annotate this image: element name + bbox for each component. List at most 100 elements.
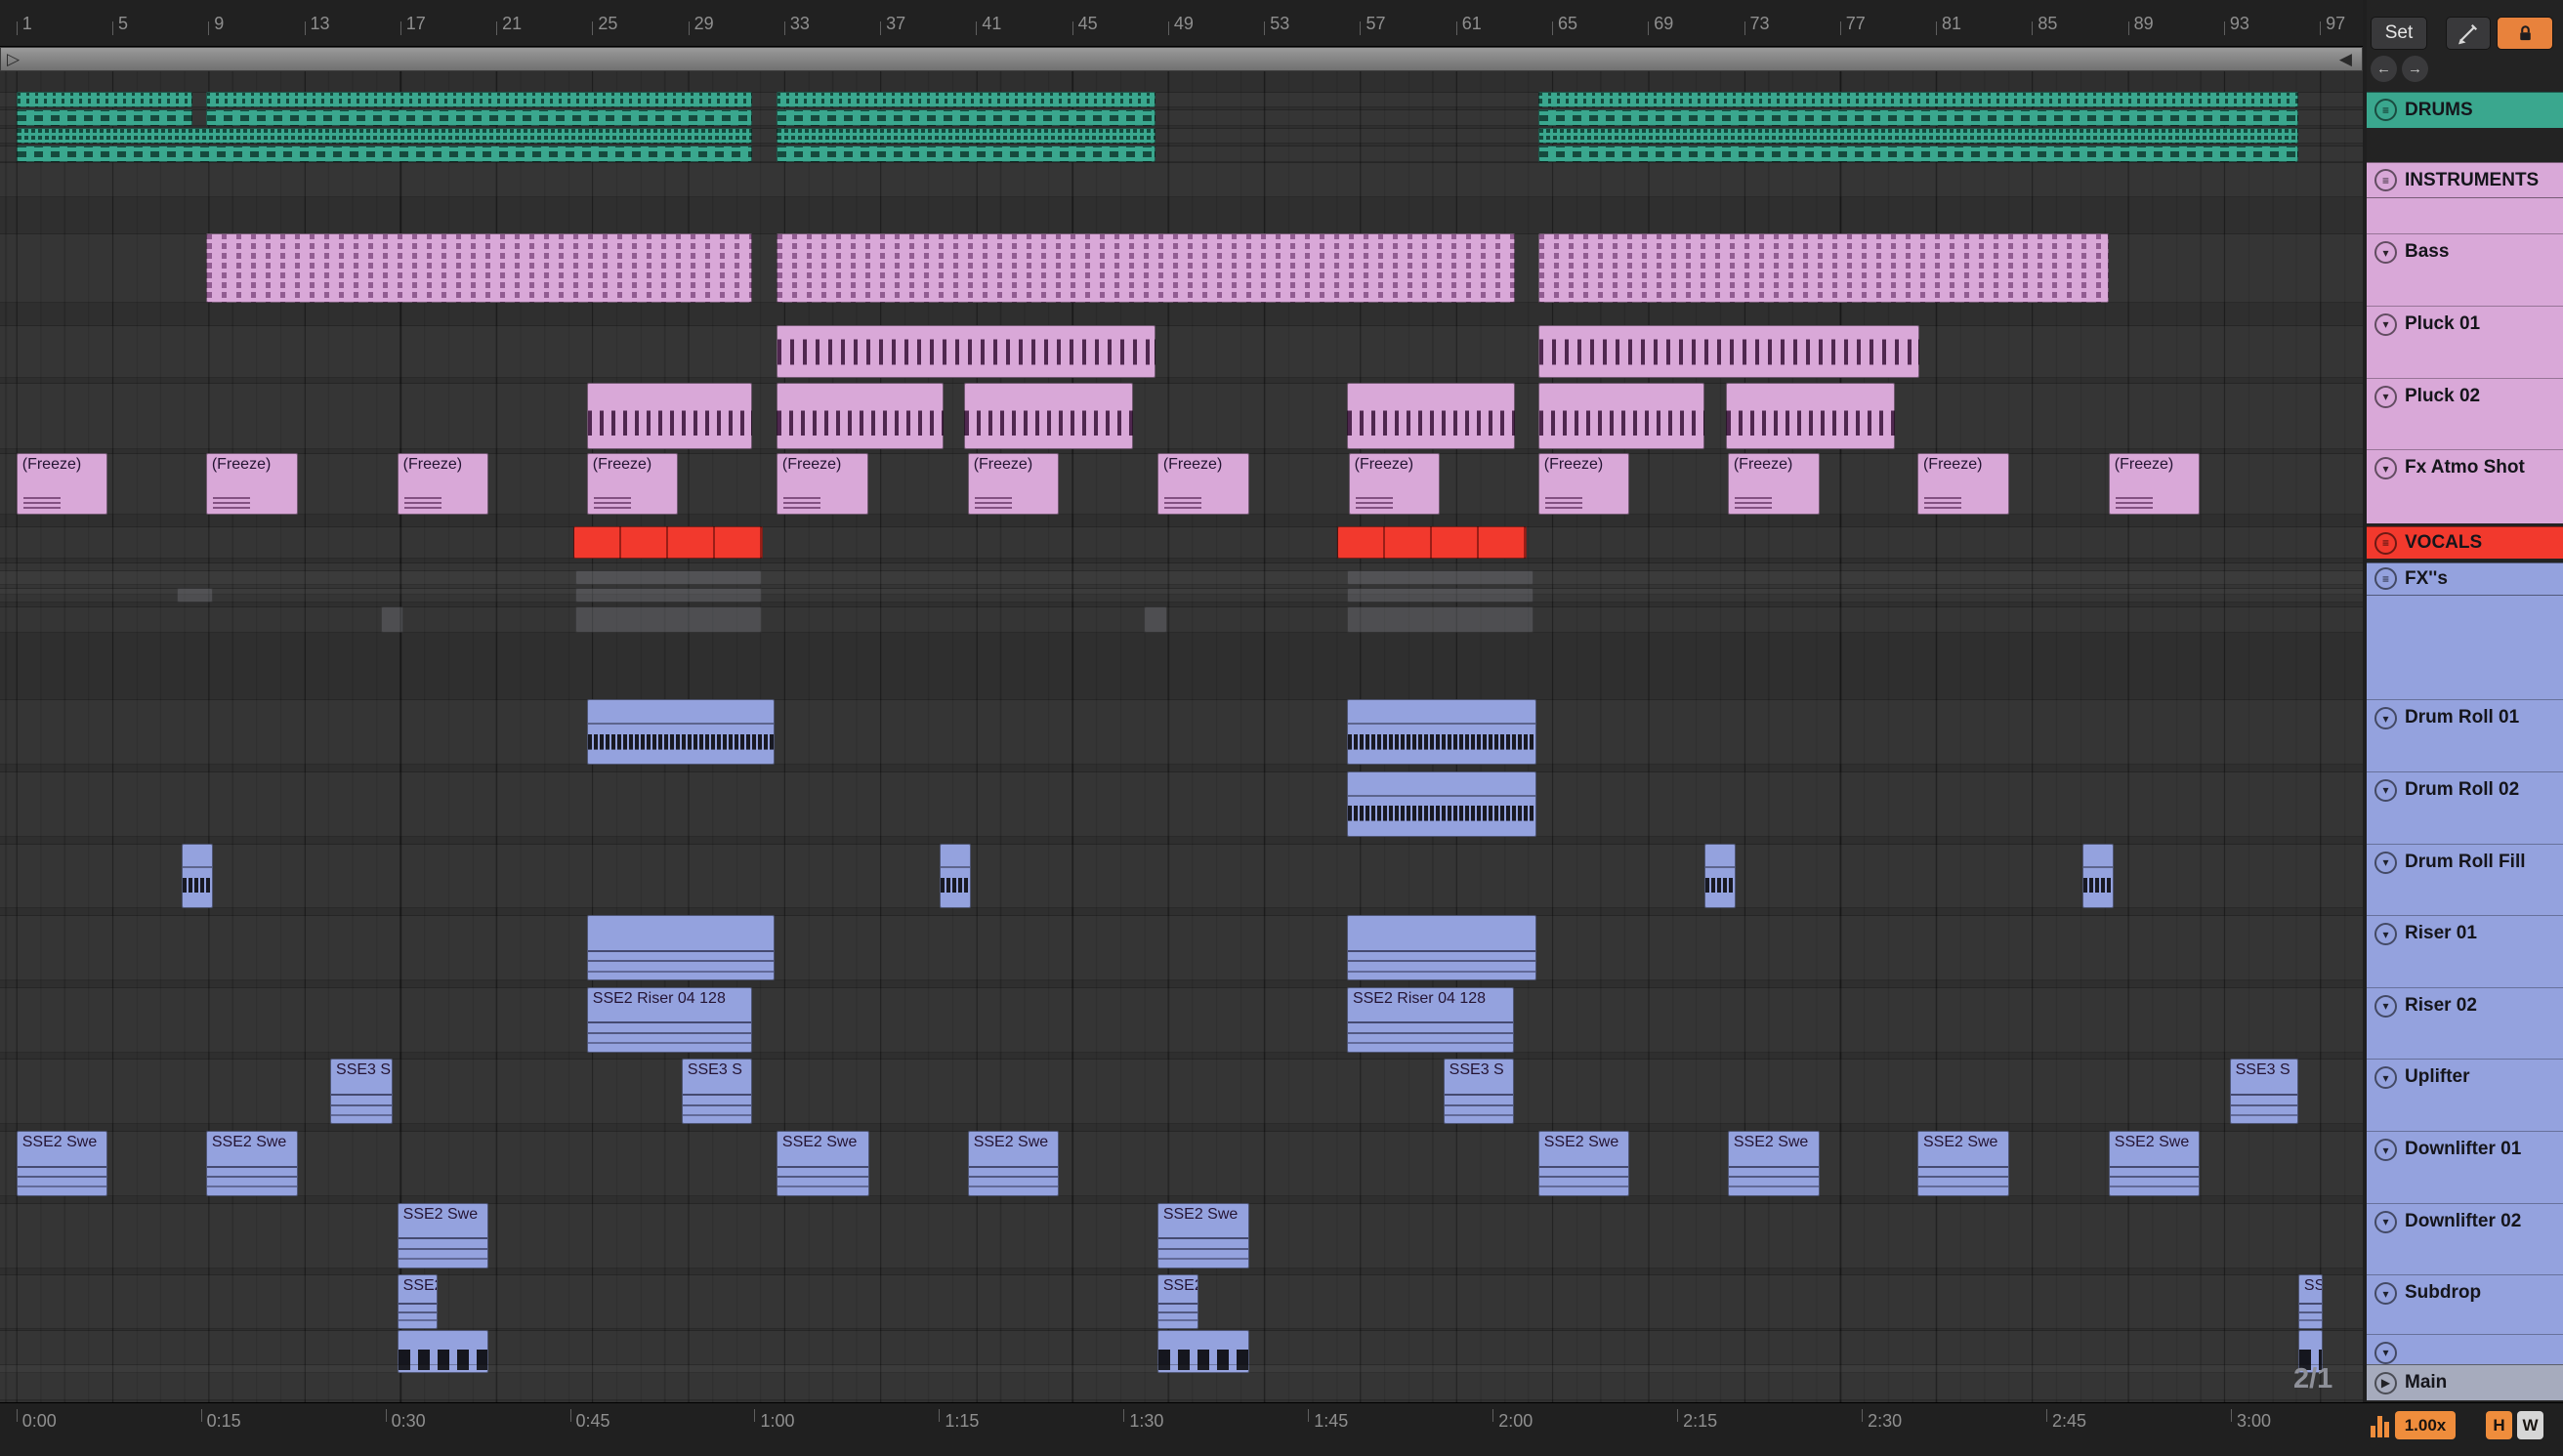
clip-fx-atmo-shot[interactable]: (Freeze) xyxy=(776,452,868,516)
lane-downlifter-01[interactable]: SSE2 Swe SSE2 Swe SSE2 Swe SSE2 Swe SSE2 Swe… xyxy=(0,1131,2363,1196)
clip-uplifter[interactable]: SSE3 S xyxy=(681,1059,752,1125)
clip-pluck-01[interactable] xyxy=(1537,325,1919,378)
group-fold-icon[interactable]: ≡ xyxy=(2374,99,2397,122)
lane-vocals[interactable] xyxy=(0,525,2363,560)
chevron-down-icon[interactable]: ▾ xyxy=(2374,778,2397,802)
track-row-pluck-01[interactable]: ▾ Pluck 01 xyxy=(2367,305,2563,378)
clip-fx-muted-1[interactable] xyxy=(1346,570,1534,586)
clip-fx-atmo-shot[interactable]: (Freeze) xyxy=(397,452,489,516)
chevron-down-icon[interactable]: ▾ xyxy=(2374,1282,2397,1306)
clip-bass[interactable] xyxy=(776,233,1516,303)
lane-downlifter-02[interactable]: SSE2 Swe SSE2 Swe xyxy=(0,1202,2363,1269)
chevron-down-icon[interactable]: ▾ xyxy=(2374,385,2397,408)
clip-fx-atmo-shot[interactable]: (Freeze) xyxy=(1156,452,1249,516)
clip-downlifter-01[interactable]: SSE2 Swe xyxy=(1537,1131,1630,1196)
clip-bass[interactable] xyxy=(1537,233,2109,303)
clip-drum-roll-fill[interactable] xyxy=(2082,843,2114,909)
track-row-drum-roll-01[interactable]: ▾ Drum Roll 01 xyxy=(2367,699,2563,771)
lane-drums-lane-1[interactable] xyxy=(0,91,2363,108)
lane-fx-muted-3[interactable] xyxy=(0,605,2363,633)
clip-drums-lane-4[interactable] xyxy=(776,145,1156,162)
track-row-uplifter[interactable]: ▾ Uplifter xyxy=(2367,1059,2563,1131)
track-row-bass[interactable]: ▾ Bass xyxy=(2367,233,2563,306)
track-row-drum-roll-fill[interactable]: ▾ Drum Roll Fill xyxy=(2367,843,2563,916)
group-fold-icon[interactable]: ≡ xyxy=(2374,169,2397,192)
clip-fx-muted-3[interactable] xyxy=(1346,605,1534,633)
clip-fx-muted-3[interactable] xyxy=(1144,605,1167,633)
lane-drum-roll-02[interactable] xyxy=(0,770,2363,837)
chevron-down-icon[interactable]: ▾ xyxy=(2374,851,2397,874)
clip-pluck-02[interactable] xyxy=(1726,382,1895,450)
clip-drums-lane-3[interactable] xyxy=(16,127,752,145)
track-row-fx-atmo-shot[interactable]: ▾ Fx Atmo Shot xyxy=(2367,449,2563,522)
clip-pluck-02[interactable] xyxy=(586,382,752,450)
zoom-level-display[interactable]: 1.00x xyxy=(2395,1411,2456,1439)
track-row-subdrop[interactable]: ▾ Subdrop xyxy=(2367,1274,2563,1333)
clip-uplifter[interactable]: SSE3 S xyxy=(330,1059,393,1125)
clip-pluck-01[interactable] xyxy=(776,325,1156,378)
lane-pluck-01[interactable] xyxy=(0,325,2363,378)
clip-downlifter-01[interactable]: SSE2 Swe xyxy=(776,1131,870,1196)
clip-downlifter-02[interactable]: SSE2 Swe xyxy=(1156,1202,1249,1269)
clip-pluck-02[interactable] xyxy=(1346,382,1516,450)
clip-drum-roll-fill[interactable] xyxy=(181,843,213,909)
clip-pluck-02[interactable] xyxy=(964,382,1133,450)
clip-vocals[interactable] xyxy=(573,525,764,560)
chevron-down-icon[interactable]: ▾ xyxy=(2374,1210,2397,1233)
chevron-down-icon[interactable]: ▾ xyxy=(2374,1341,2397,1364)
clip-drum-roll-fill[interactable] xyxy=(940,843,972,909)
clip-fx-atmo-shot[interactable]: (Freeze) xyxy=(205,452,298,516)
lane-drums-lane-4[interactable] xyxy=(0,145,2363,162)
track-row-downlifter-01[interactable]: ▾ Downlifter 01 xyxy=(2367,1131,2563,1203)
clip-drum-roll-01[interactable] xyxy=(586,699,776,766)
lane-fx-muted-1[interactable] xyxy=(0,570,2363,586)
lane-subdrop[interactable]: SSE2 SSE2 SSE xyxy=(0,1274,2363,1329)
meter-icon[interactable] xyxy=(2371,1414,2389,1437)
clip-subdrop[interactable]: SSE xyxy=(2297,1274,2323,1329)
clip-bass[interactable] xyxy=(205,233,752,303)
clip-pluck-02[interactable] xyxy=(776,382,944,450)
clip-downlifter-01[interactable]: SSE2 Swe xyxy=(1916,1131,2009,1196)
chevron-down-icon[interactable]: ▾ xyxy=(2374,994,2397,1018)
clip-fx-muted-1[interactable] xyxy=(575,570,762,586)
clip-subdrop[interactable]: SSE2 xyxy=(397,1274,439,1329)
clip-downlifter-01[interactable]: SSE2 Swe xyxy=(205,1131,298,1196)
clip-fx-muted-3[interactable] xyxy=(575,605,762,633)
play-icon[interactable]: ▶ xyxy=(2374,1371,2397,1394)
chevron-down-icon[interactable]: ▾ xyxy=(2374,1066,2397,1090)
clip-drums-lane-2[interactable] xyxy=(776,109,1156,126)
lane-drums-lane-2[interactable] xyxy=(0,109,2363,126)
clip-drums-lane-3[interactable] xyxy=(776,127,1156,145)
clip-downlifter-01[interactable]: SSE2 Swe xyxy=(1727,1131,1820,1196)
clip-drums-lane-2[interactable] xyxy=(205,109,752,126)
track-row-riser-01[interactable]: ▾ Riser 01 xyxy=(2367,915,2563,987)
chevron-down-icon[interactable]: ▾ xyxy=(2374,241,2397,265)
lane-uplifter[interactable]: SSE3 S SSE3 S SSE3 S SSE3 S xyxy=(0,1059,2363,1125)
clip-riser-01[interactable] xyxy=(586,915,776,981)
lane-riser-01[interactable] xyxy=(0,915,2363,981)
clip-downlifter-01[interactable]: SSE2 Swe xyxy=(967,1131,1060,1196)
clip-drums-lane-3[interactable] xyxy=(1537,127,2298,145)
clip-fx-atmo-shot[interactable]: (Freeze) xyxy=(2108,452,2201,516)
clip-drums-lane-4[interactable] xyxy=(1537,145,2298,162)
chevron-down-icon[interactable]: ▾ xyxy=(2374,457,2397,480)
track-row-partial[interactable]: ▾ xyxy=(2367,1333,2563,1365)
clip-subdrop[interactable]: SSE2 xyxy=(1156,1274,1198,1329)
lane-fx-atmo-shot[interactable]: (Freeze) (Freeze) (Freeze) (Freeze) (Freeze)… xyxy=(0,452,2363,516)
lane-bass[interactable] xyxy=(0,233,2363,303)
chevron-down-icon[interactable]: ▾ xyxy=(2374,1139,2397,1162)
clip-riser-01[interactable] xyxy=(1346,915,1537,981)
chevron-down-icon[interactable]: ▾ xyxy=(2374,312,2397,336)
track-row-drum-roll-02[interactable]: ▾ Drum Roll 02 xyxy=(2367,770,2563,844)
clip-fx-atmo-shot[interactable]: (Freeze) xyxy=(1916,452,2009,516)
clip-downlifter-01[interactable]: SSE2 Swe xyxy=(16,1131,108,1196)
clip-drums-lane-2[interactable] xyxy=(1537,109,2298,126)
clip-drums-lane-1[interactable] xyxy=(205,91,752,108)
clip-downlifter-01[interactable]: SSE2 Swe xyxy=(2108,1131,2201,1196)
clip-downlifter-02[interactable]: SSE2 Swe xyxy=(397,1202,489,1269)
width-zoom-button[interactable]: W xyxy=(2517,1411,2543,1439)
clip-drums-lane-2[interactable] xyxy=(16,109,193,126)
clip-drum-roll-02[interactable] xyxy=(1346,770,1537,837)
clip-fx-atmo-shot[interactable]: (Freeze) xyxy=(586,452,679,516)
clip-fx-atmo-shot[interactable]: (Freeze) xyxy=(1537,452,1630,516)
